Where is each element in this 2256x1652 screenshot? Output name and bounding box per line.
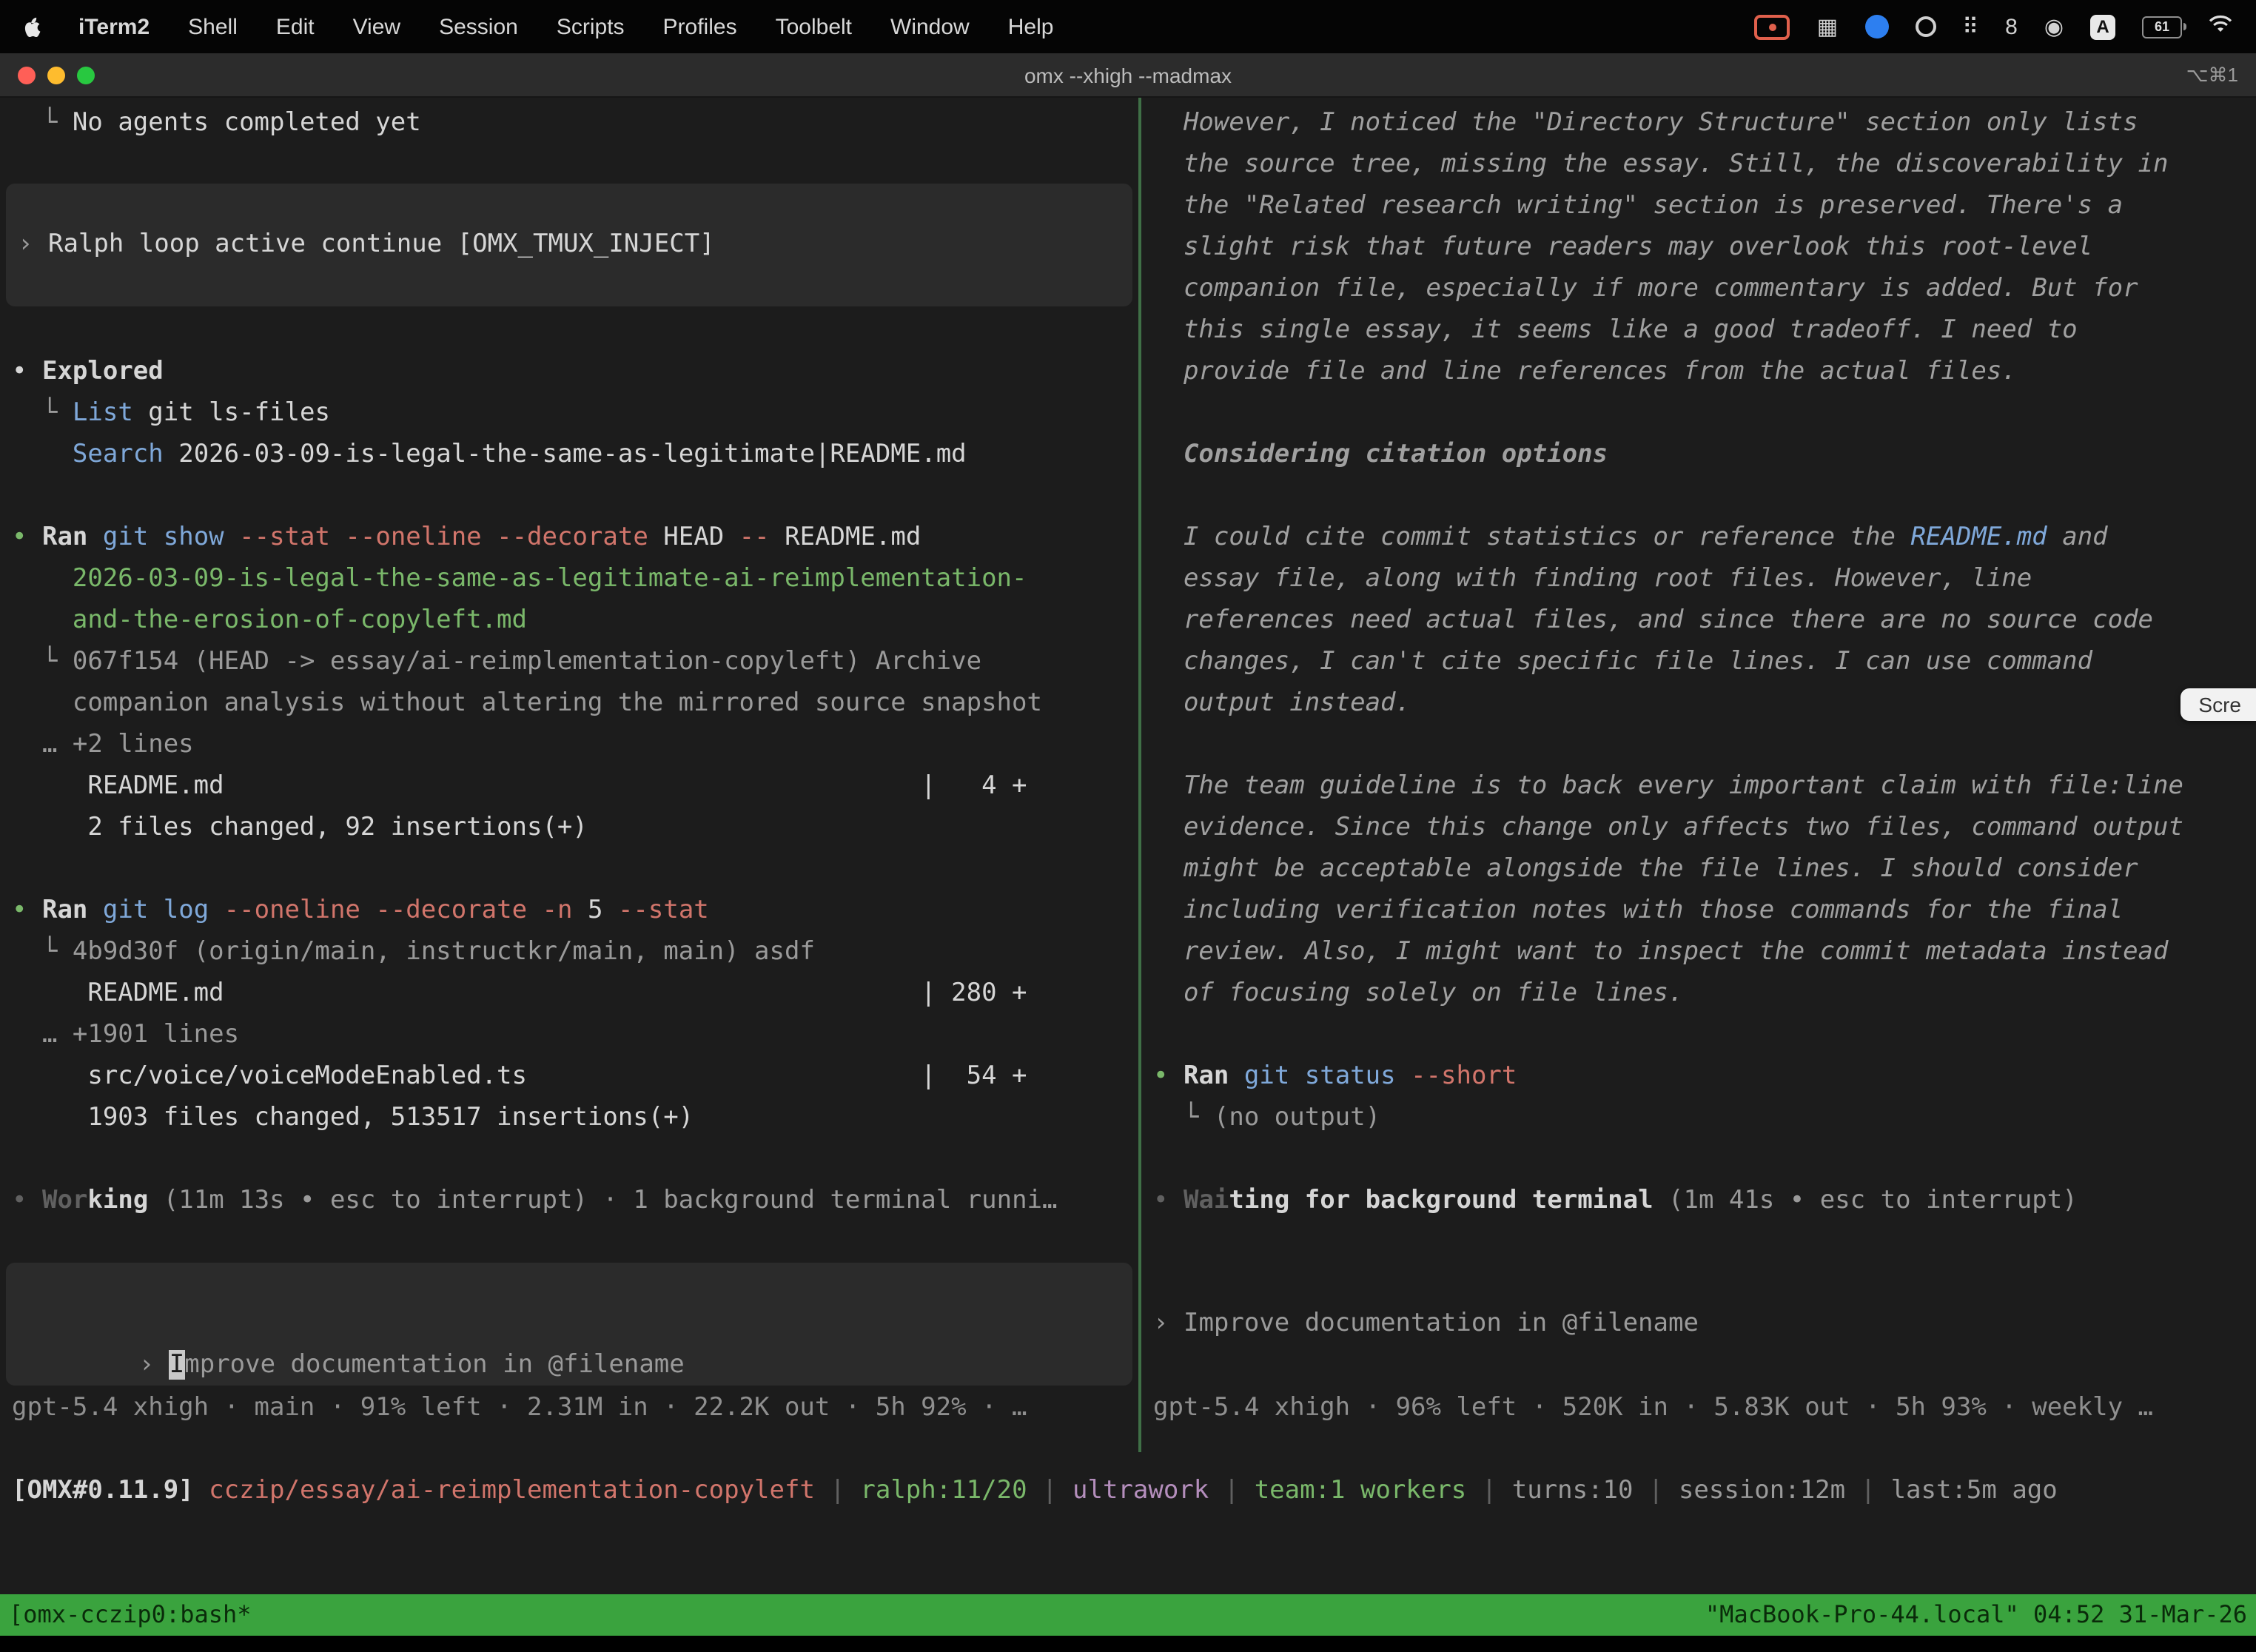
menu-view[interactable]: View xyxy=(353,14,401,39)
left-terminal-pane[interactable]: └ No agents completed yet › Ralph loop a… xyxy=(0,98,1138,1452)
tmux-host-time: "MacBook-Pro-44.local" 04:52 31-Mar-26 xyxy=(1705,1594,2247,1636)
window-shortcut-hint: ⌥⌘1 xyxy=(2186,53,2238,98)
left-pre-output: └ No agents completed yet xyxy=(0,102,1138,144)
keycap-8-icon[interactable]: 8 xyxy=(2005,16,2018,38)
window-title: omx --xhigh --madmax xyxy=(0,53,2256,98)
left-terminal-output: • Explored └ List git ls-files Search 20… xyxy=(0,351,1138,1221)
right-terminal-pane[interactable]: However, I noticed the "Directory Struct… xyxy=(1141,98,2256,1452)
ring-app-icon[interactable] xyxy=(1915,16,1936,37)
left-prompt-input[interactable]: › Improve documentation in @filename xyxy=(6,1263,1132,1386)
input-source-icon[interactable]: A xyxy=(2090,14,2115,39)
tmux-statusbar: [omx-cczip0:bash* "MacBook-Pro-44.local"… xyxy=(0,1594,2256,1636)
target-icon[interactable]: ◉ xyxy=(2044,16,2064,38)
dots-grid-icon[interactable]: ⠿ xyxy=(1962,16,1978,38)
keyboard-grid-icon[interactable]: ▦ xyxy=(1817,16,1838,38)
tmux-session-info[interactable]: [omx-cczip0:bash* xyxy=(9,1594,252,1636)
blue-app-icon[interactable] xyxy=(1864,15,1888,38)
omx-statusline: [OMX#0.11.9] cczip/essay/ai-reimplementa… xyxy=(0,1452,2256,1594)
input-text: mprove documentation in @filename xyxy=(184,1350,685,1380)
battery-icon[interactable]: 61 xyxy=(2142,16,2182,38)
right-prompt-input[interactable]: › Improve documentation in @filename xyxy=(1141,1303,2256,1344)
menu-edit[interactable]: Edit xyxy=(276,14,315,39)
menu-scripts[interactable]: Scripts xyxy=(557,14,625,39)
text-cursor: I xyxy=(169,1350,185,1380)
right-model-statusline: gpt-5.4 xhigh · 96% left · 520K in · 5.8… xyxy=(1153,1387,2153,1428)
ralph-loop-banner: › Ralph loop active continue [OMX_TMUX_I… xyxy=(6,184,1132,306)
menu-window[interactable]: Window xyxy=(890,14,970,39)
right-terminal-output: However, I noticed the "Directory Struct… xyxy=(1141,102,2256,1221)
menu-profiles[interactable]: Profiles xyxy=(663,14,737,39)
wifi-icon[interactable] xyxy=(2209,14,2232,39)
screen: iTerm2 Shell Edit View Session Scripts P… xyxy=(0,0,2256,1652)
ralph-loop-text: › Ralph loop active continue [OMX_TMUX_I… xyxy=(6,224,1132,265)
macos-menubar: iTerm2 Shell Edit View Session Scripts P… xyxy=(0,0,2256,53)
left-model-statusline: gpt-5.4 xhigh · main · 91% left · 2.31M … xyxy=(12,1387,1027,1428)
menu-help[interactable]: Help xyxy=(1008,14,1054,39)
terminal-area: └ No agents completed yet › Ralph loop a… xyxy=(0,98,2256,1454)
prompt-chevron: › xyxy=(139,1350,169,1380)
apple-menu[interactable] xyxy=(24,16,46,38)
battery-percent: 61 xyxy=(2155,19,2169,34)
menu-toolbelt[interactable]: Toolbelt xyxy=(776,14,852,39)
omx-statusline-text: [OMX#0.11.9] cczip/essay/ai-reimplementa… xyxy=(0,1470,2256,1511)
menu-session[interactable]: Session xyxy=(439,14,518,39)
screen-tooltip[interactable]: Scre xyxy=(2181,688,2256,721)
menu-shell[interactable]: Shell xyxy=(188,14,238,39)
screen-recording-indicator-icon[interactable] xyxy=(1755,14,1790,39)
window-titlebar[interactable]: omx --xhigh --madmax ⌥⌘1 xyxy=(0,53,2256,98)
apple-logo-icon xyxy=(24,16,46,38)
menu-iterm2[interactable]: iTerm2 xyxy=(78,14,150,39)
